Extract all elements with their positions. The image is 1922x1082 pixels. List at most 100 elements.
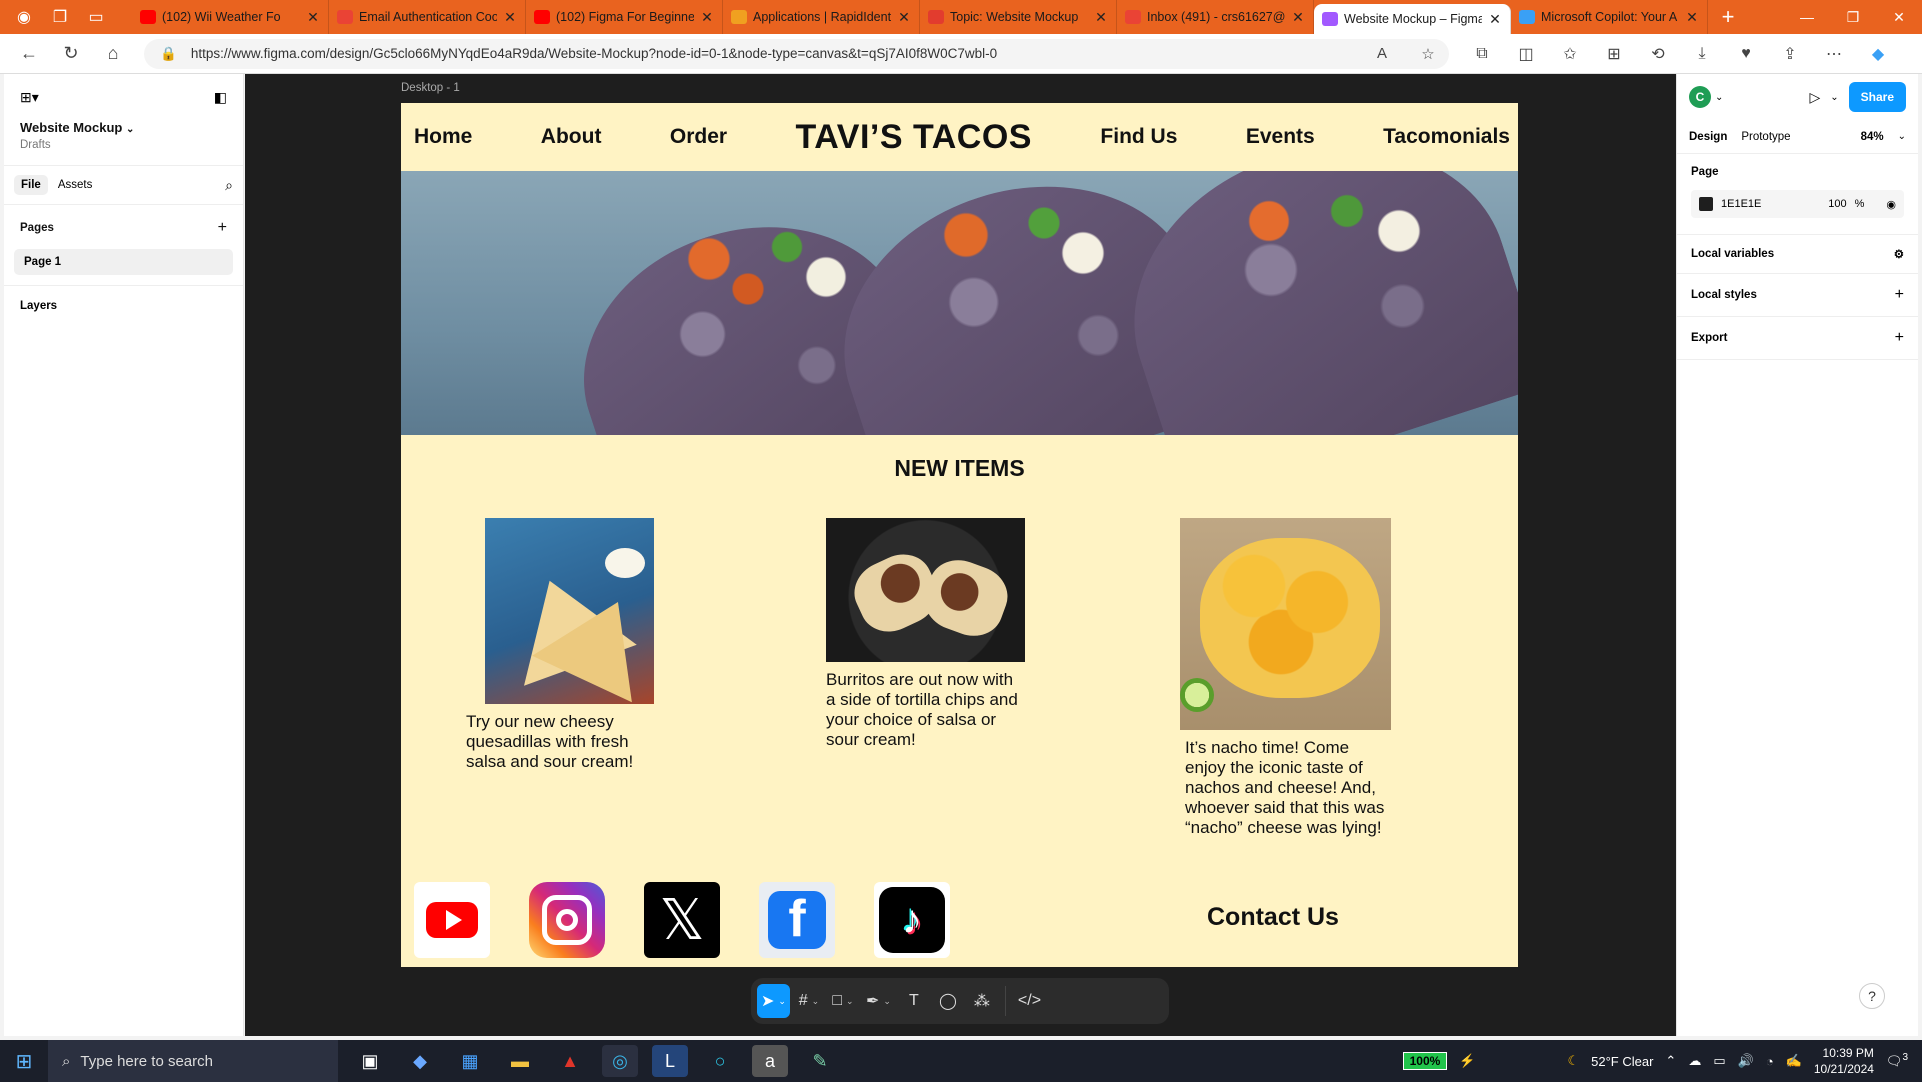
url-text[interactable]: https://www.figma.com/design/Gc5clo66MyN… (191, 46, 1357, 61)
history-icon[interactable]: ⟲ (1643, 39, 1673, 69)
tray-chevron-icon[interactable]: ⌃ (1665, 1053, 1676, 1069)
copilot-app-icon[interactable]: ◆ (402, 1045, 438, 1077)
comment-tool-icon[interactable]: ◯ (933, 984, 963, 1018)
browser-tab[interactable]: (102) Wii Weather Fo ✕ (132, 0, 329, 34)
local-styles-section[interactable]: Local styles + (1677, 274, 1918, 317)
color-swatch[interactable] (1699, 197, 1713, 211)
nav-order[interactable]: Order (670, 125, 727, 149)
battery-icon[interactable]: ▭ (1713, 1053, 1725, 1069)
browser-tab[interactable]: (102) Figma For Beginner ✕ (526, 0, 723, 34)
share-page-icon[interactable]: ⇪ (1775, 39, 1805, 69)
downloads-icon[interactable]: ⤓ (1687, 39, 1717, 69)
nachos-image[interactable] (1180, 518, 1391, 730)
present-play-icon[interactable]: ▷ (1809, 89, 1820, 106)
tab-design[interactable]: Design (1689, 131, 1727, 143)
taskbar-search[interactable]: ⌕ Type here to search (48, 1040, 338, 1082)
zoom-level[interactable]: 84% (1861, 131, 1884, 143)
close-tab-icon[interactable]: ✕ (1685, 9, 1699, 26)
burrito-caption[interactable]: Burritos are out now with a side of tort… (826, 670, 1026, 750)
workspaces-icon[interactable]: ❐ (48, 6, 72, 28)
read-aloud-icon[interactable]: A (1371, 45, 1393, 62)
close-tab-icon[interactable]: ✕ (700, 9, 714, 26)
close-window-icon[interactable]: ✕ (1876, 0, 1922, 34)
nav-events[interactable]: Events (1246, 125, 1315, 149)
page-opacity[interactable]: 100 (1828, 198, 1846, 210)
favorite-star-icon[interactable]: ☆ (1417, 45, 1439, 63)
frame-tool-icon[interactable]: # ⌄ (794, 984, 824, 1018)
nachos-caption[interactable]: It’s nacho time! Come enjoy the iconic t… (1185, 738, 1385, 838)
x-icon[interactable]: 𝕏 (644, 882, 720, 958)
file-location[interactable]: Drafts (20, 139, 227, 151)
pen-tool-icon[interactable]: ✒ ⌄ (862, 984, 895, 1018)
store-icon[interactable]: ▦ (452, 1045, 488, 1077)
cortana-icon[interactable]: ○ (702, 1045, 738, 1077)
search-icon[interactable]: ⌕ (225, 177, 233, 194)
tab-file[interactable]: File (14, 175, 48, 195)
wifi-icon[interactable]: ◔ (1766, 1054, 1774, 1069)
burrito-image[interactable] (826, 518, 1025, 662)
clock[interactable]: 10:39 PM 10/21/2024 (1814, 1045, 1874, 1077)
restore-icon[interactable]: ❐ (1830, 0, 1876, 34)
windows-start-icon[interactable]: ⊞ (0, 1049, 48, 1074)
page-item[interactable]: Page 1 (14, 249, 233, 275)
youtube-icon[interactable] (414, 882, 490, 958)
quesadilla-image[interactable] (485, 518, 654, 704)
tab-assets[interactable]: Assets (58, 179, 93, 191)
close-tab-icon[interactable]: ✕ (503, 9, 517, 26)
local-variables-section[interactable]: Local variables ⚙ (1677, 235, 1918, 274)
close-tab-icon[interactable]: ✕ (1291, 9, 1305, 26)
file-explorer-icon[interactable]: ▬ (502, 1045, 538, 1077)
page-color-hex[interactable]: 1E1E1E (1721, 198, 1820, 210)
battery-badge[interactable]: 100% (1402, 1052, 1448, 1070)
edge-icon[interactable]: ◎ (602, 1045, 638, 1077)
dev-mode-icon[interactable]: </> (1014, 984, 1045, 1018)
minimize-icon[interactable]: — (1784, 0, 1830, 34)
browser-essentials-icon[interactable]: ♥ (1731, 39, 1761, 69)
split-screen-icon[interactable]: ◫ (1511, 39, 1541, 69)
export-section[interactable]: Export + (1677, 317, 1918, 360)
tab-actions-icon[interactable]: ▭ (84, 6, 108, 28)
browser-tab[interactable]: Inbox (491) - crs61627@ ✕ (1117, 0, 1314, 34)
extensions-icon[interactable]: ⧉ (1467, 39, 1497, 69)
hero-taco-image[interactable] (401, 171, 1518, 435)
chevron-down-icon[interactable]: ⌄ (1715, 92, 1723, 103)
browser-tab[interactable]: Applications | RapidIdent ✕ (723, 0, 920, 34)
file-name[interactable]: Website Mockup ⌄ (20, 120, 227, 135)
add-page-icon[interactable]: + (218, 219, 227, 237)
new-tab-button[interactable]: + (1708, 4, 1748, 30)
nav-tacomonials[interactable]: Tacomonials (1383, 125, 1510, 149)
browser-tab[interactable]: Microsoft Copilot: Your A ✕ (1511, 0, 1708, 34)
cloud-icon[interactable]: ☁ (1688, 1053, 1701, 1069)
add-style-icon[interactable]: + (1895, 286, 1904, 304)
weather-text[interactable]: 52°F Clear (1591, 1054, 1653, 1069)
nav-find-us[interactable]: Find Us (1100, 125, 1177, 149)
nav-about[interactable]: About (541, 125, 602, 149)
tiktok-icon[interactable]: ♪ (874, 882, 950, 958)
acrobat-icon[interactable]: ▲ (552, 1045, 588, 1077)
browser-tab[interactable]: Topic: Website Mockup ✕ (920, 0, 1117, 34)
nav-home[interactable]: Home (414, 125, 472, 149)
browser-tab[interactable]: Email Authentication Coo ✕ (329, 0, 526, 34)
url-box[interactable]: 🔒 https://www.figma.com/design/Gc5clo66M… (144, 38, 1449, 69)
move-tool-icon[interactable]: ➤ ⌄ (757, 984, 790, 1018)
avatar[interactable]: C (1689, 86, 1711, 108)
close-tab-icon[interactable]: ✕ (1488, 11, 1502, 28)
facebook-icon[interactable]: f (759, 882, 835, 958)
amazon-icon[interactable]: a (752, 1045, 788, 1077)
help-icon[interactable]: ? (1859, 983, 1885, 1009)
share-button[interactable]: Share (1848, 82, 1906, 112)
variables-icon[interactable]: ⚙ (1894, 247, 1904, 261)
site-brand[interactable]: TAVI’S TACOS (796, 118, 1032, 157)
instagram-icon[interactable] (529, 882, 605, 958)
tab-prototype[interactable]: Prototype (1741, 131, 1790, 143)
chevron-down-icon[interactable]: ⌄ (1830, 92, 1838, 103)
close-tab-icon[interactable]: ✕ (306, 9, 320, 26)
volume-icon[interactable]: 🔊 (1738, 1053, 1754, 1069)
eye-icon[interactable]: ◉ (1886, 198, 1896, 211)
text-tool-icon[interactable]: T (899, 984, 929, 1018)
new-items-title[interactable]: NEW ITEMS (401, 455, 1518, 482)
quesadilla-caption[interactable]: Try our new cheesy quesadillas with fres… (466, 712, 646, 772)
close-tab-icon[interactable]: ✕ (1094, 9, 1108, 26)
notifications-icon[interactable]: 🗨3 (1886, 1052, 1908, 1069)
page-background-field[interactable]: 1E1E1E 100 % ◉ (1691, 190, 1904, 218)
